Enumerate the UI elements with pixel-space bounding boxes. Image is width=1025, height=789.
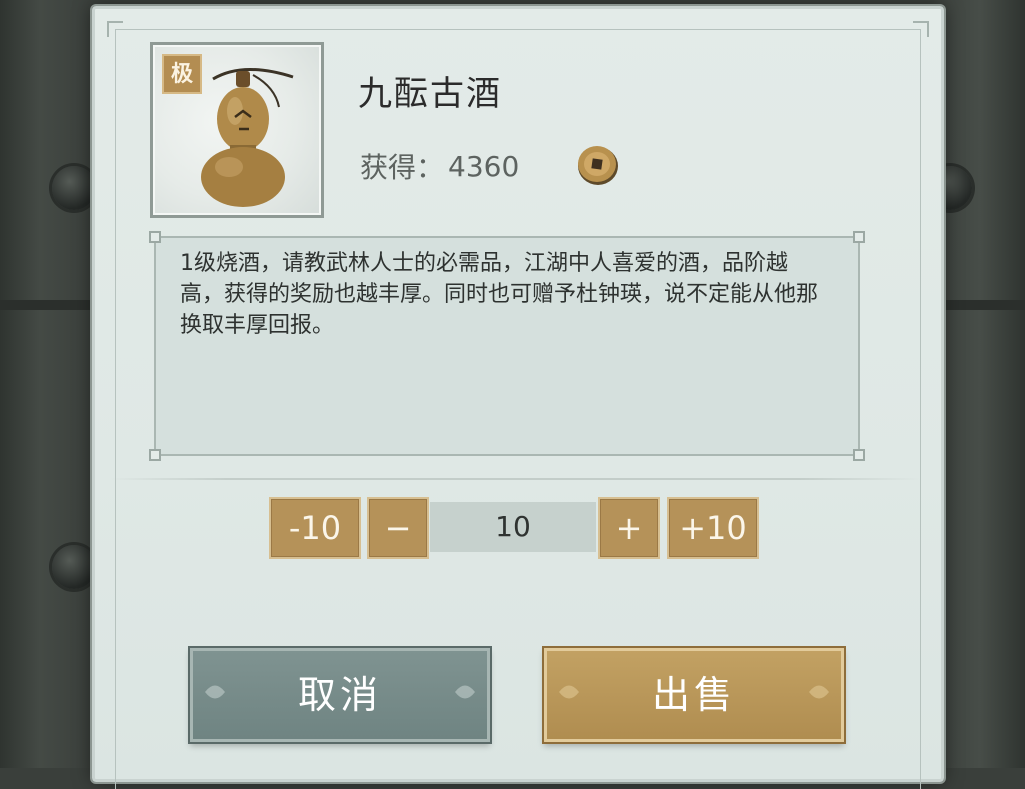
leaf-ornament-icon <box>455 685 475 699</box>
desc-corner <box>149 449 161 461</box>
quantity-field[interactable]: 10 <box>430 502 596 552</box>
decrease-button[interactable]: − <box>367 497 429 559</box>
divider <box>110 478 920 480</box>
desc-corner <box>853 231 865 243</box>
increase-button[interactable]: + <box>598 497 660 559</box>
leaf-ornament-icon <box>559 685 579 699</box>
desc-corner <box>853 449 865 461</box>
increase-10-button[interactable]: +10 <box>667 497 759 559</box>
cancel-button[interactable]: 取消 <box>190 648 490 742</box>
background-rail-right <box>938 300 1025 310</box>
copper-coin-icon <box>578 146 618 185</box>
item-description-box: 1级烧酒，请教武林人士的必需品，江湖中人喜爱的酒，品阶越高，获得的奖励也越丰厚。… <box>149 231 865 461</box>
quality-badge: 极 <box>162 54 202 94</box>
background-rail-left <box>0 300 92 310</box>
background-knob <box>52 166 96 210</box>
cancel-label: 取消 <box>297 673 382 717</box>
corner-ornament <box>107 21 123 37</box>
background-knob <box>52 545 96 589</box>
item-icon-frame: 极 <box>150 42 324 218</box>
reward-row: 获得： 4360 <box>360 146 519 186</box>
decrease-10-button[interactable]: -10 <box>269 497 361 559</box>
leaf-ornament-icon <box>809 685 829 699</box>
reward-value: 4360 <box>448 149 520 183</box>
item-name: 九酝古酒 <box>358 74 502 114</box>
item-description: 1级烧酒，请教武林人士的必需品，江湖中人喜爱的酒，品阶越高，获得的奖励也越丰厚。… <box>180 251 819 338</box>
desc-corner <box>149 231 161 243</box>
corner-ornament <box>913 21 929 37</box>
sell-button[interactable]: 出售 <box>544 648 844 742</box>
leaf-ornament-icon <box>205 685 225 699</box>
reward-label: 获得： <box>360 151 445 184</box>
sell-label: 出售 <box>651 673 736 717</box>
